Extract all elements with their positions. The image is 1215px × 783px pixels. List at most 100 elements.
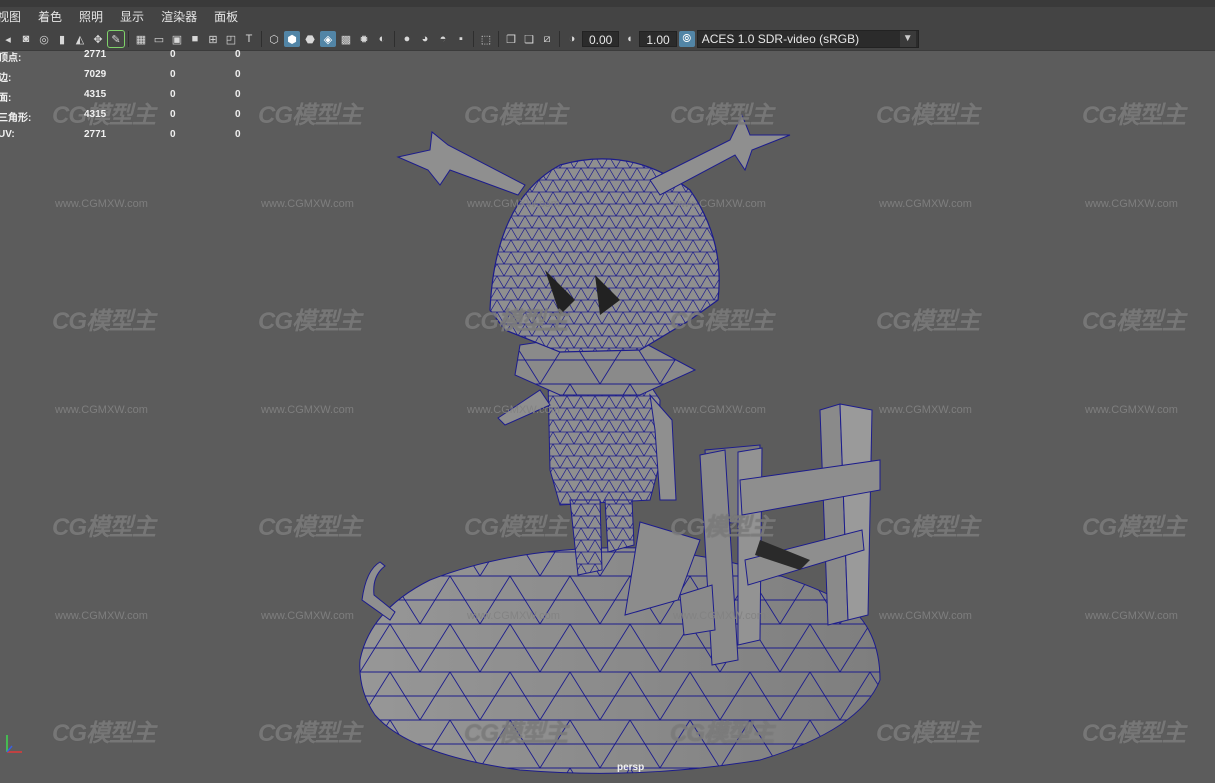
resolution-gate-icon[interactable]: ▣ — [169, 31, 185, 47]
chevron-down-icon[interactable]: ▼ — [899, 31, 916, 47]
image-plane-icon[interactable]: ◭ — [72, 31, 88, 47]
watermark-logo: CG模型主 — [258, 308, 362, 335]
hud-value: 0 — [235, 129, 241, 140]
isolate-select-icon[interactable]: ⬚ — [478, 31, 494, 47]
watermark-logo: CG模型主 — [876, 102, 980, 129]
hud-value: 7029 — [84, 69, 107, 80]
watermark-logo: CG模型主 — [258, 720, 362, 747]
grease-pencil-icon[interactable]: ✎ — [107, 30, 125, 48]
use-all-lights-icon[interactable]: ✹ — [356, 31, 372, 47]
panel-toolbar: ◂ ◙ ◎ ▮ ◭ ✥ ✎ ▦ ▭ ▣ ■ ⊞ ◰ T ⬡ ⬢ ⬣ ◈ ▩ ✹ … — [0, 28, 1215, 51]
camera-label: persp — [617, 762, 645, 773]
two-d-pan-zoom-icon[interactable]: ✥ — [90, 31, 106, 47]
camera-attributes-icon[interactable]: ◙ — [18, 31, 34, 47]
hud-row-edges: 边: 7029 0 0 — [0, 69, 260, 89]
xray-icon[interactable]: ❐ — [503, 31, 519, 47]
hud-row-faces: 面: 4315 0 0 — [0, 89, 260, 109]
hud-label: UV: — [0, 129, 15, 140]
hud-label: 三角形: — [0, 113, 32, 124]
watermark-url: www.CGMXW.com — [55, 610, 148, 622]
toolbar-separator — [261, 31, 262, 47]
watermark-url: www.CGMXW.com — [879, 198, 972, 210]
multisample-aa-icon[interactable]: ◓ — [435, 31, 451, 47]
menu-show[interactable]: 显示 — [111, 7, 152, 28]
hud-value: 0 — [235, 49, 241, 60]
textured-icon[interactable]: ▩ — [338, 31, 354, 47]
smooth-shade-icon[interactable]: ⬢ — [284, 31, 300, 47]
toolbar-separator — [394, 31, 395, 47]
wireframe-on-shaded-icon[interactable]: ◈ — [320, 31, 336, 47]
hud-value: 0 — [235, 89, 241, 100]
watermark-logo: CG模型主 — [1082, 514, 1186, 541]
watermark-url: www.CGMXW.com — [673, 198, 766, 210]
safe-title-icon[interactable]: T — [241, 31, 257, 47]
hud-value: 4315 — [84, 89, 107, 100]
watermark-logo: CG模型主 — [258, 514, 362, 541]
toolbar-separator — [559, 31, 560, 47]
hud-value: 0 — [170, 49, 176, 60]
watermark-logo: CG模型主 — [464, 102, 568, 129]
menu-shading[interactable]: 着色 — [29, 7, 70, 28]
watermark-url: www.CGMXW.com — [261, 404, 354, 416]
watermark-logo: CG模型主 — [876, 308, 980, 335]
watermark-logo: CG模型主 — [1082, 102, 1186, 129]
axis-indicator — [6, 735, 22, 753]
camera-select-icon[interactable]: ◂ — [0, 31, 16, 47]
hud-label: 边: — [0, 73, 12, 84]
safe-action-icon[interactable]: ◰ — [223, 31, 239, 47]
hud-value: 0 — [170, 129, 176, 140]
watermark-logo: CG模型主 — [52, 514, 156, 541]
hud-value: 0 — [170, 69, 176, 80]
shadows-icon[interactable]: ◐ — [374, 31, 390, 47]
gamma-icon[interactable]: ◖ — [621, 31, 637, 47]
film-gate-icon[interactable]: ▭ — [151, 31, 167, 47]
depth-of-field-icon[interactable]: ▪ — [453, 31, 469, 47]
hud-value: 2771 — [84, 129, 107, 140]
watermark-url: www.CGMXW.com — [673, 404, 766, 416]
motion-blur-icon[interactable]: ◕ — [417, 31, 433, 47]
hud-value: 4315 — [84, 109, 107, 120]
watermark-url: www.CGMXW.com — [1085, 610, 1178, 622]
xray-active-components-icon[interactable]: ⧄ — [539, 31, 555, 47]
scene-render — [6, 113, 881, 774]
watermark-logo: CG模型主 — [1082, 308, 1186, 335]
hud-label: 顶点: — [0, 53, 22, 64]
gate-mask-icon[interactable]: ■ — [187, 31, 203, 47]
menu-renderer[interactable]: 渲染器 — [152, 7, 205, 28]
wireframe-icon[interactable]: ⬡ — [266, 31, 282, 47]
menu-panels[interactable]: 面板 — [205, 7, 246, 28]
watermark-logo: CG模型主 — [52, 720, 156, 747]
toolbar-separator — [473, 31, 474, 47]
view-transform-dropdown[interactable]: ACES 1.0 SDR-video (sRGB) ▼ — [696, 30, 919, 48]
gamma-field[interactable]: 1.00 — [639, 31, 677, 47]
watermark-url: www.CGMXW.com — [467, 198, 560, 210]
field-chart-icon[interactable]: ⊞ — [205, 31, 221, 47]
watermark-logo: CG模型主 — [670, 102, 774, 129]
exposure-field[interactable]: 0.00 — [582, 31, 620, 47]
exposure-icon[interactable]: ◑ — [564, 31, 580, 47]
poly-count-hud: 顶点: 2771 0 0 边: 7029 0 0 面: 4315 0 0 三角形… — [0, 49, 260, 149]
hud-row-triangles: 三角形: 4315 0 0 — [0, 109, 260, 129]
tail-mesh — [361, 561, 396, 621]
view-transform-value: ACES 1.0 SDR-video (sRGB) — [701, 32, 860, 46]
menu-lighting[interactable]: 照明 — [70, 7, 111, 28]
watermark-logo: CG模型主 — [670, 720, 774, 747]
menu-view[interactable]: 视图 — [0, 7, 29, 28]
default-material-icon[interactable]: ⬣ — [302, 31, 318, 47]
watermark-url: www.CGMXW.com — [55, 404, 148, 416]
color-management-icon[interactable]: ⦾ — [678, 31, 695, 47]
bookmark-icon[interactable]: ▮ — [54, 31, 70, 47]
hud-value: 0 — [170, 109, 176, 120]
xray-joints-icon[interactable]: ❏ — [521, 31, 537, 47]
hud-value: 0 — [235, 109, 241, 120]
viewport-3d[interactable]: CG模型主 CG模型主 CG模型主 CG模型主 CG模型主 CG模型主 CG模型… — [0, 51, 1215, 778]
watermark-logo: CG模型主 — [258, 102, 362, 129]
hud-label: 面: — [0, 93, 12, 104]
toolbar-separator — [498, 31, 499, 47]
watermark-url: www.CGMXW.com — [879, 610, 972, 622]
bookmark-camera-icon[interactable]: ◎ — [36, 31, 52, 47]
grid-icon[interactable]: ▦ — [133, 31, 149, 47]
hud-row-vertices: 顶点: 2771 0 0 — [0, 49, 260, 69]
watermark-logo: CG模型主 — [670, 514, 774, 541]
screen-space-ao-icon[interactable]: ● — [399, 31, 415, 47]
